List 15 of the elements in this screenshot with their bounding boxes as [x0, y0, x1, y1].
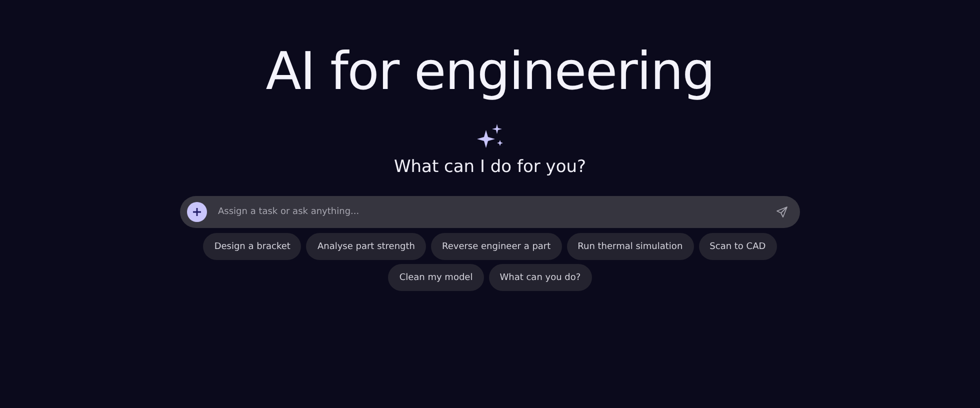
suggestion-chip[interactable]: Run thermal simulation	[566, 233, 694, 260]
suggestion-chip[interactable]: Clean my model	[388, 264, 484, 291]
suggestion-chip[interactable]: Design a bracket	[203, 233, 302, 260]
suggestion-chip[interactable]: Analyse part strength	[306, 233, 426, 260]
prompt-field[interactable]: Assign a task or ask anything...	[180, 196, 800, 228]
send-icon[interactable]	[776, 206, 788, 218]
suggestion-chip[interactable]: What can you do?	[488, 264, 592, 291]
headline: AI for engineering	[266, 41, 714, 104]
prompt-heading: What can I do for you?	[394, 156, 586, 178]
suggestion-chip[interactable]: Reverse engineer a part	[430, 233, 562, 260]
plus-icon	[192, 207, 202, 217]
add-button[interactable]	[187, 202, 207, 222]
prompt-input[interactable]: Assign a task or ask anything...	[216, 206, 767, 218]
suggestion-chip[interactable]: Scan to CAD	[698, 233, 777, 260]
sparkle-icon	[477, 124, 503, 150]
